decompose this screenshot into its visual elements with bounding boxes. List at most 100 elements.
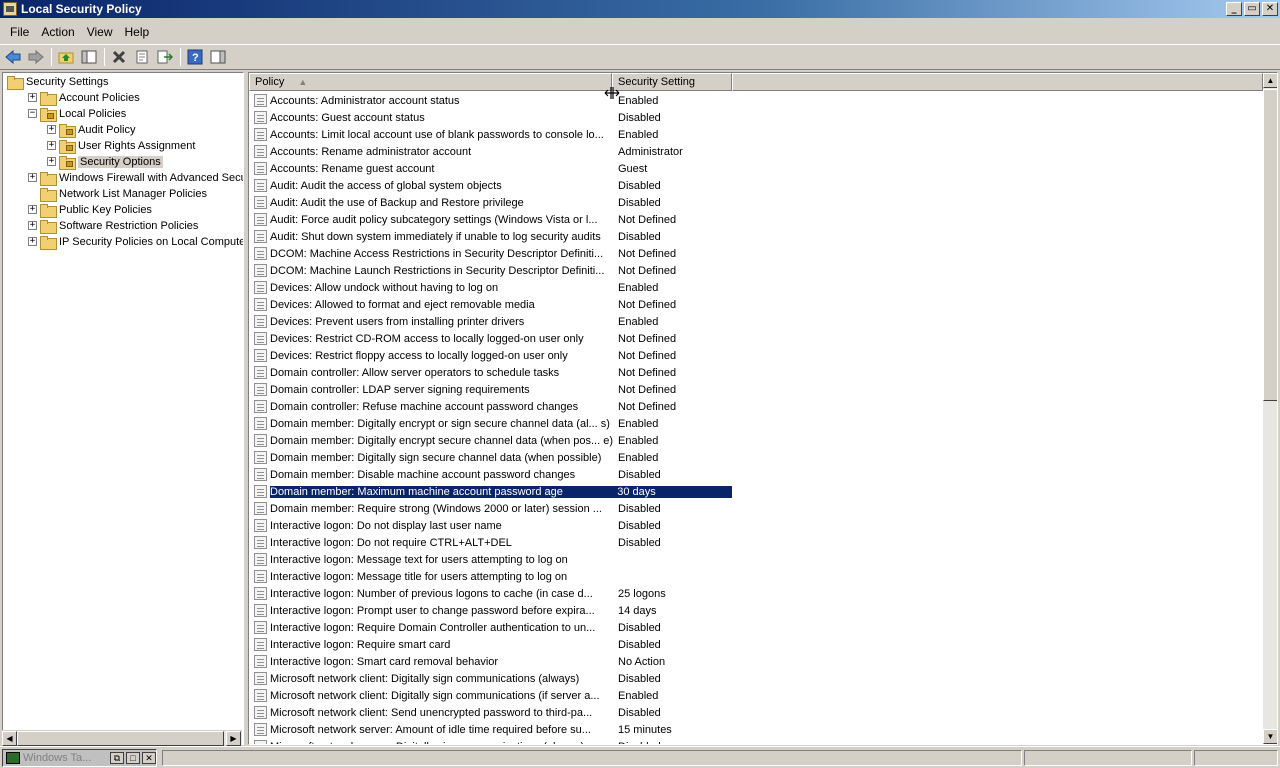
minimize-button[interactable]: _ xyxy=(1226,2,1242,16)
policy-setting: Enabled xyxy=(618,94,659,107)
policy-icon xyxy=(254,502,267,515)
column-header-policy[interactable]: Policy ▲ xyxy=(249,73,612,91)
policy-row[interactable]: Microsoft network client: Send unencrypt… xyxy=(254,704,732,721)
up-one-level-button[interactable] xyxy=(55,46,77,68)
tree-expander[interactable]: + xyxy=(28,93,37,102)
policy-row[interactable]: Interactive logon: Prompt user to change… xyxy=(254,602,732,619)
tree-node[interactable]: Windows Firewall with Advanced Security xyxy=(40,170,243,186)
tree-node[interactable]: Software Restriction Policies xyxy=(40,218,198,234)
help-button[interactable]: ? xyxy=(184,46,206,68)
policy-row[interactable]: Accounts: Rename administrator account Ad… xyxy=(254,143,732,160)
policy-row[interactable]: Domain member: Digitally encrypt secure … xyxy=(254,432,732,449)
policy-row[interactable]: Microsoft network client: Digitally sign… xyxy=(254,670,732,687)
folder-icon xyxy=(40,203,57,218)
policy-row[interactable]: Domain member: Disable machine account p… xyxy=(254,466,732,483)
tree-expander[interactable]: + xyxy=(47,157,56,166)
tree-node[interactable]: Public Key Policies xyxy=(40,202,152,218)
tree-expander[interactable]: + xyxy=(28,173,37,182)
scroll-thumb[interactable] xyxy=(17,731,224,746)
back-button[interactable] xyxy=(2,46,24,68)
policy-row[interactable]: Audit: Audit the use of Backup and Resto… xyxy=(254,194,732,211)
column-header-security-setting[interactable]: Security Setting xyxy=(612,73,732,91)
policy-row[interactable]: Devices: Prevent users from installing p… xyxy=(254,313,732,330)
policy-row[interactable]: Interactive logon: Require smart card Dis… xyxy=(254,636,732,653)
close-icon[interactable]: ✕ xyxy=(142,752,156,764)
policy-row[interactable]: Interactive logon: Do not display last u… xyxy=(254,517,732,534)
policy-row[interactable]: Interactive logon: Message title for use… xyxy=(254,568,732,585)
tree-node[interactable]: Network List Manager Policies xyxy=(40,186,207,202)
tree-node[interactable]: IP Security Policies on Local Computer xyxy=(40,234,243,250)
tree-node-label: Network List Manager Policies xyxy=(59,188,207,200)
tree-node[interactable]: Security Settings xyxy=(7,74,109,90)
restore-icon[interactable]: ⧉ xyxy=(110,752,124,764)
properties-button[interactable] xyxy=(131,46,153,68)
policy-row[interactable]: Domain member: Maximum machine account p… xyxy=(254,483,732,500)
delete-button[interactable] xyxy=(108,46,130,68)
export-list-button[interactable] xyxy=(154,46,176,68)
lock-icon xyxy=(66,160,73,167)
menu-file[interactable]: File xyxy=(4,25,35,39)
taskbar-button-windows-task[interactable]: Windows Ta... ⧉ □ ✕ xyxy=(2,749,157,767)
policy-row[interactable]: Accounts: Limit local account use of bla… xyxy=(254,126,732,143)
policy-row[interactable]: Devices: Allow undock without having to … xyxy=(254,279,732,296)
tree-node[interactable]: Security Options xyxy=(59,154,163,170)
policy-row[interactable]: Accounts: Guest account status Disabled xyxy=(254,109,732,126)
show-hide-action-pane-button[interactable] xyxy=(207,46,229,68)
policy-row[interactable]: Devices: Restrict floppy access to local… xyxy=(254,347,732,364)
forward-button[interactable] xyxy=(25,46,47,68)
policy-row[interactable]: Audit: Force audit policy subcategory se… xyxy=(254,211,732,228)
policy-row[interactable]: Domain controller: Refuse machine accoun… xyxy=(254,398,732,415)
policy-row[interactable]: Interactive logon: Number of previous lo… xyxy=(254,585,732,602)
close-button[interactable]: ✕ xyxy=(1262,2,1278,16)
show-hide-console-tree-button[interactable] xyxy=(78,46,100,68)
tree-expander[interactable]: + xyxy=(28,205,37,214)
scroll-thumb[interactable] xyxy=(1263,89,1277,401)
policy-row[interactable]: Audit: Shut down system immediately if u… xyxy=(254,228,732,245)
scroll-right-button[interactable]: ▶ xyxy=(226,731,241,746)
tree-expander[interactable]: − xyxy=(28,109,37,118)
policy-row[interactable]: Domain member: Digitally encrypt or sign… xyxy=(254,415,732,432)
scroll-up-button[interactable]: ▲ xyxy=(1263,73,1277,88)
maximize-button[interactable]: ▭ xyxy=(1244,2,1260,16)
policy-setting: Disabled xyxy=(617,741,732,745)
menu-help[interactable]: Help xyxy=(119,25,156,39)
tree-expander[interactable]: + xyxy=(47,125,56,134)
list-vertical-scrollbar[interactable]: ▲ ▼ xyxy=(1263,73,1277,744)
policy-row[interactable]: Devices: Allowed to format and eject rem… xyxy=(254,296,732,313)
status-panel xyxy=(162,750,1022,766)
policy-row[interactable]: Audit: Audit the access of global system… xyxy=(254,177,732,194)
policy-row[interactable]: Microsoft network server: Amount of idle… xyxy=(254,721,732,738)
policy-setting: 15 minutes xyxy=(618,723,672,736)
policy-row[interactable]: Domain member: Digitally sign secure cha… xyxy=(254,449,732,466)
tree-expander[interactable]: + xyxy=(47,141,56,150)
policy-row[interactable]: Accounts: Rename guest account Guest xyxy=(254,160,732,177)
tree-node[interactable]: Audit Policy xyxy=(59,122,135,138)
menu-action[interactable]: Action xyxy=(35,25,80,39)
policy-row[interactable]: DCOM: Machine Launch Restrictions in Sec… xyxy=(254,262,732,279)
policy-row[interactable]: Domain member: Require strong (Windows 2… xyxy=(254,500,732,517)
policy-row[interactable]: Domain controller: LDAP server signing r… xyxy=(254,381,732,398)
policy-row[interactable]: Interactive logon: Message text for user… xyxy=(254,551,732,568)
policy-row[interactable]: Microsoft network client: Digitally sign… xyxy=(254,687,732,704)
policy-setting: Not Defined xyxy=(618,400,677,413)
policy-row[interactable]: Domain controller: Allow server operator… xyxy=(254,364,732,381)
policy-row[interactable]: Accounts: Administrator account status En… xyxy=(254,92,732,109)
policy-row[interactable]: Interactive logon: Do not require CTRL+A… xyxy=(254,534,732,551)
policy-row[interactable]: Devices: Restrict CD-ROM access to local… xyxy=(254,330,732,347)
tree-expander[interactable]: + xyxy=(28,237,37,246)
scroll-down-button[interactable]: ▼ xyxy=(1263,729,1277,744)
tree-node[interactable]: Account Policies xyxy=(40,90,140,106)
policy-row[interactable]: DCOM: Machine Access Restrictions in Sec… xyxy=(254,245,732,262)
policy-row[interactable]: Microsoft network server: Digitally sign… xyxy=(254,738,732,745)
tree-node[interactable]: Local Policies xyxy=(40,106,126,122)
tree-horizontal-scrollbar[interactable]: ◀ ▶ xyxy=(2,730,242,746)
menu-view[interactable]: View xyxy=(81,25,119,39)
policy-row[interactable]: Interactive logon: Require Domain Contro… xyxy=(254,619,732,636)
tree-node[interactable]: User Rights Assignment xyxy=(59,138,195,154)
policy-row[interactable]: Interactive logon: Smart card removal be… xyxy=(254,653,732,670)
scroll-left-button[interactable]: ◀ xyxy=(2,731,17,746)
tree-expander[interactable]: + xyxy=(28,221,37,230)
maximize-icon[interactable]: □ xyxy=(126,752,140,764)
policy-setting: Disabled xyxy=(618,638,661,651)
folder-icon xyxy=(59,139,76,154)
